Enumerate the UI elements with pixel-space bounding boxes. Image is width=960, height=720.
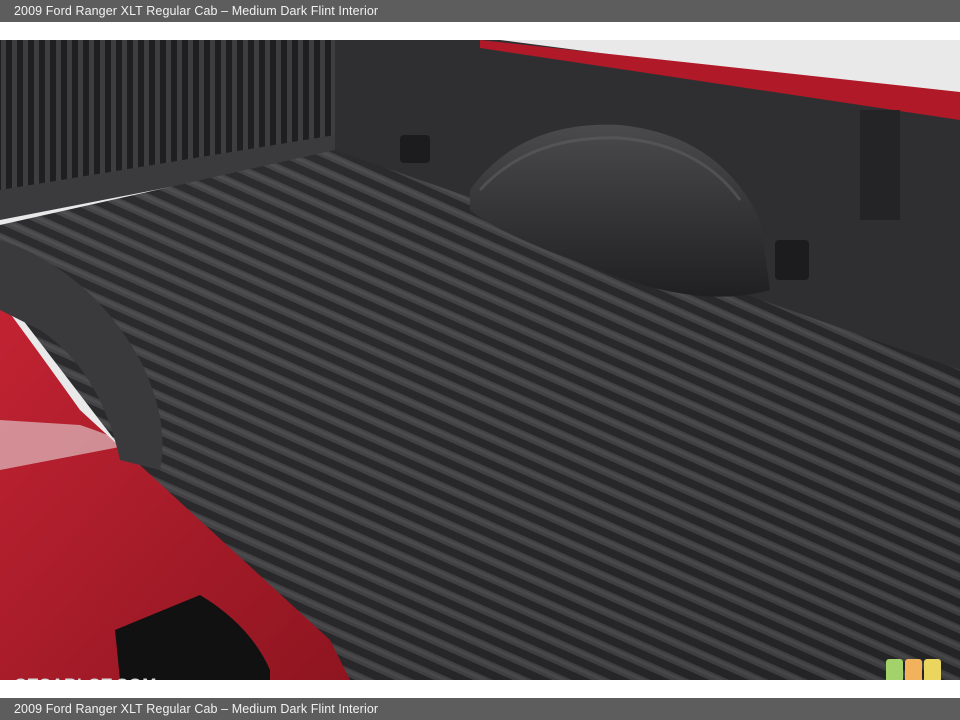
bottom-white-strip: [0, 680, 960, 698]
top-white-strip: [0, 22, 960, 40]
bottom-caption-bar: 2009 Ford Ranger XLT Regular Cab – Mediu…: [0, 698, 960, 720]
tie-down-hook-left: [400, 135, 430, 163]
bottom-caption: 2009 Ford Ranger XLT Regular Cab – Mediu…: [14, 702, 379, 716]
top-caption-bar: 2009 Ford Ranger XLT Regular Cab – Mediu…: [0, 0, 960, 22]
top-caption: 2009 Ford Ranger XLT Regular Cab – Mediu…: [14, 4, 379, 18]
tie-down-hook-right: [775, 240, 809, 280]
truck-bed-photo: [0, 40, 960, 680]
